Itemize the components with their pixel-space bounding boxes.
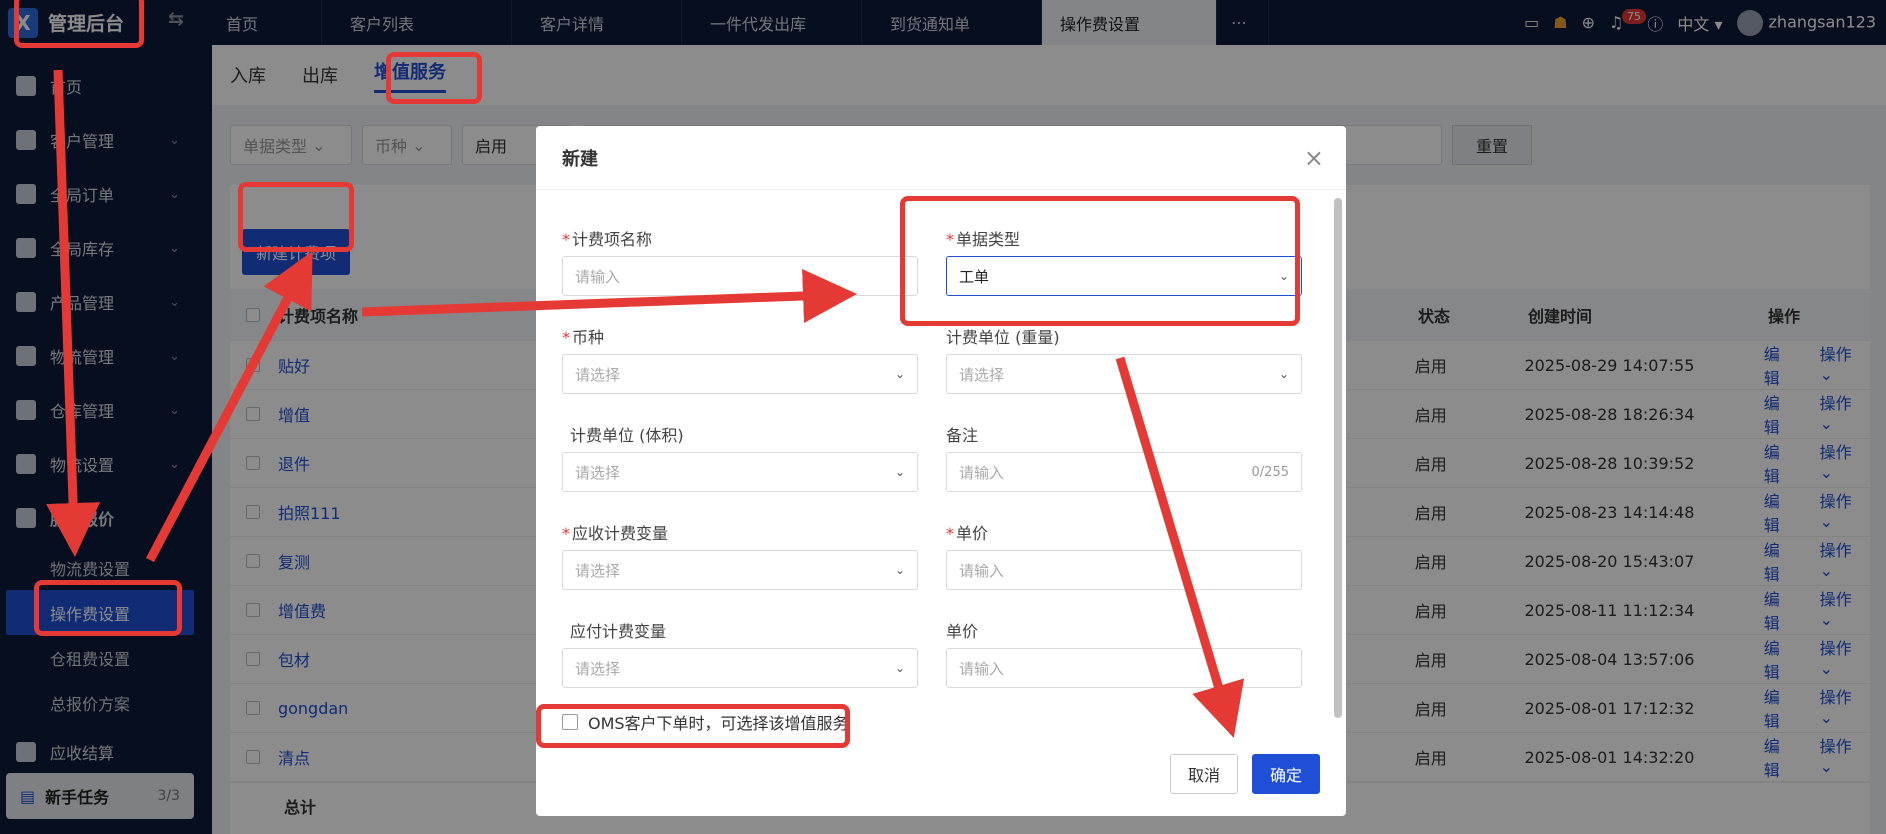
weight-unit-select[interactable]: 请选择 ⌄ bbox=[946, 354, 1302, 394]
receivable-var-select[interactable]: 请选择 ⌄ bbox=[562, 550, 918, 590]
field-weight-unit: 计费单位 (重量) 请选择 ⌄ bbox=[946, 324, 1302, 394]
unit-price-2-input[interactable]: 请输入 bbox=[946, 648, 1302, 688]
chevron-down-icon: ⌄ bbox=[1278, 367, 1289, 381]
field-receivable-var: * 应收计费变量 请选择 ⌄ bbox=[562, 520, 918, 590]
field-payable-var: 应付计费变量 请选择 ⌄ bbox=[562, 618, 918, 688]
unit-price-input[interactable]: 请输入 bbox=[946, 550, 1302, 590]
chevron-down-icon: ⌄ bbox=[894, 563, 905, 577]
payable-var-select[interactable]: 请选择 ⌄ bbox=[562, 648, 918, 688]
highlight-app-title bbox=[14, 0, 144, 48]
dialog-scrollbar[interactable] bbox=[1334, 198, 1342, 718]
remark-input[interactable]: 请输入 0/255 bbox=[946, 452, 1302, 492]
highlight-operation-fee-menu bbox=[34, 580, 182, 636]
currency-select[interactable]: 请选择 ⌄ bbox=[562, 354, 918, 394]
field-volume-unit: 计费单位 (体积) 请选择 ⌄ bbox=[562, 422, 918, 492]
dialog-footer: 取消 确定 bbox=[1170, 754, 1320, 794]
confirm-button[interactable]: 确定 bbox=[1252, 754, 1320, 794]
chevron-down-icon: ⌄ bbox=[894, 367, 905, 381]
chevron-down-icon: ⌄ bbox=[894, 661, 905, 675]
chevron-down-icon: ⌄ bbox=[894, 465, 905, 479]
name-input[interactable]: 请输入 bbox=[562, 256, 918, 296]
field-remark: 备注 请输入 0/255 bbox=[946, 422, 1302, 492]
field-name: * 计费项名称 请输入 bbox=[562, 226, 918, 296]
char-counter: 0/255 bbox=[1251, 464, 1289, 480]
highlight-oms-checkbox bbox=[536, 704, 850, 748]
field-unit-price: * 单价 请输入 bbox=[946, 520, 1302, 590]
field-unit-price-2: 单价 请输入 bbox=[946, 618, 1302, 688]
highlight-value-added-tab bbox=[386, 52, 482, 104]
cancel-button[interactable]: 取消 bbox=[1170, 754, 1238, 794]
field-currency: * 币种 请选择 ⌄ bbox=[562, 324, 918, 394]
volume-unit-select[interactable]: 请选择 ⌄ bbox=[562, 452, 918, 492]
highlight-new-button bbox=[238, 182, 354, 252]
dialog-title: 新建 bbox=[536, 126, 1346, 190]
close-icon[interactable]: × bbox=[1304, 144, 1324, 172]
highlight-doc-type-field bbox=[900, 196, 1300, 326]
